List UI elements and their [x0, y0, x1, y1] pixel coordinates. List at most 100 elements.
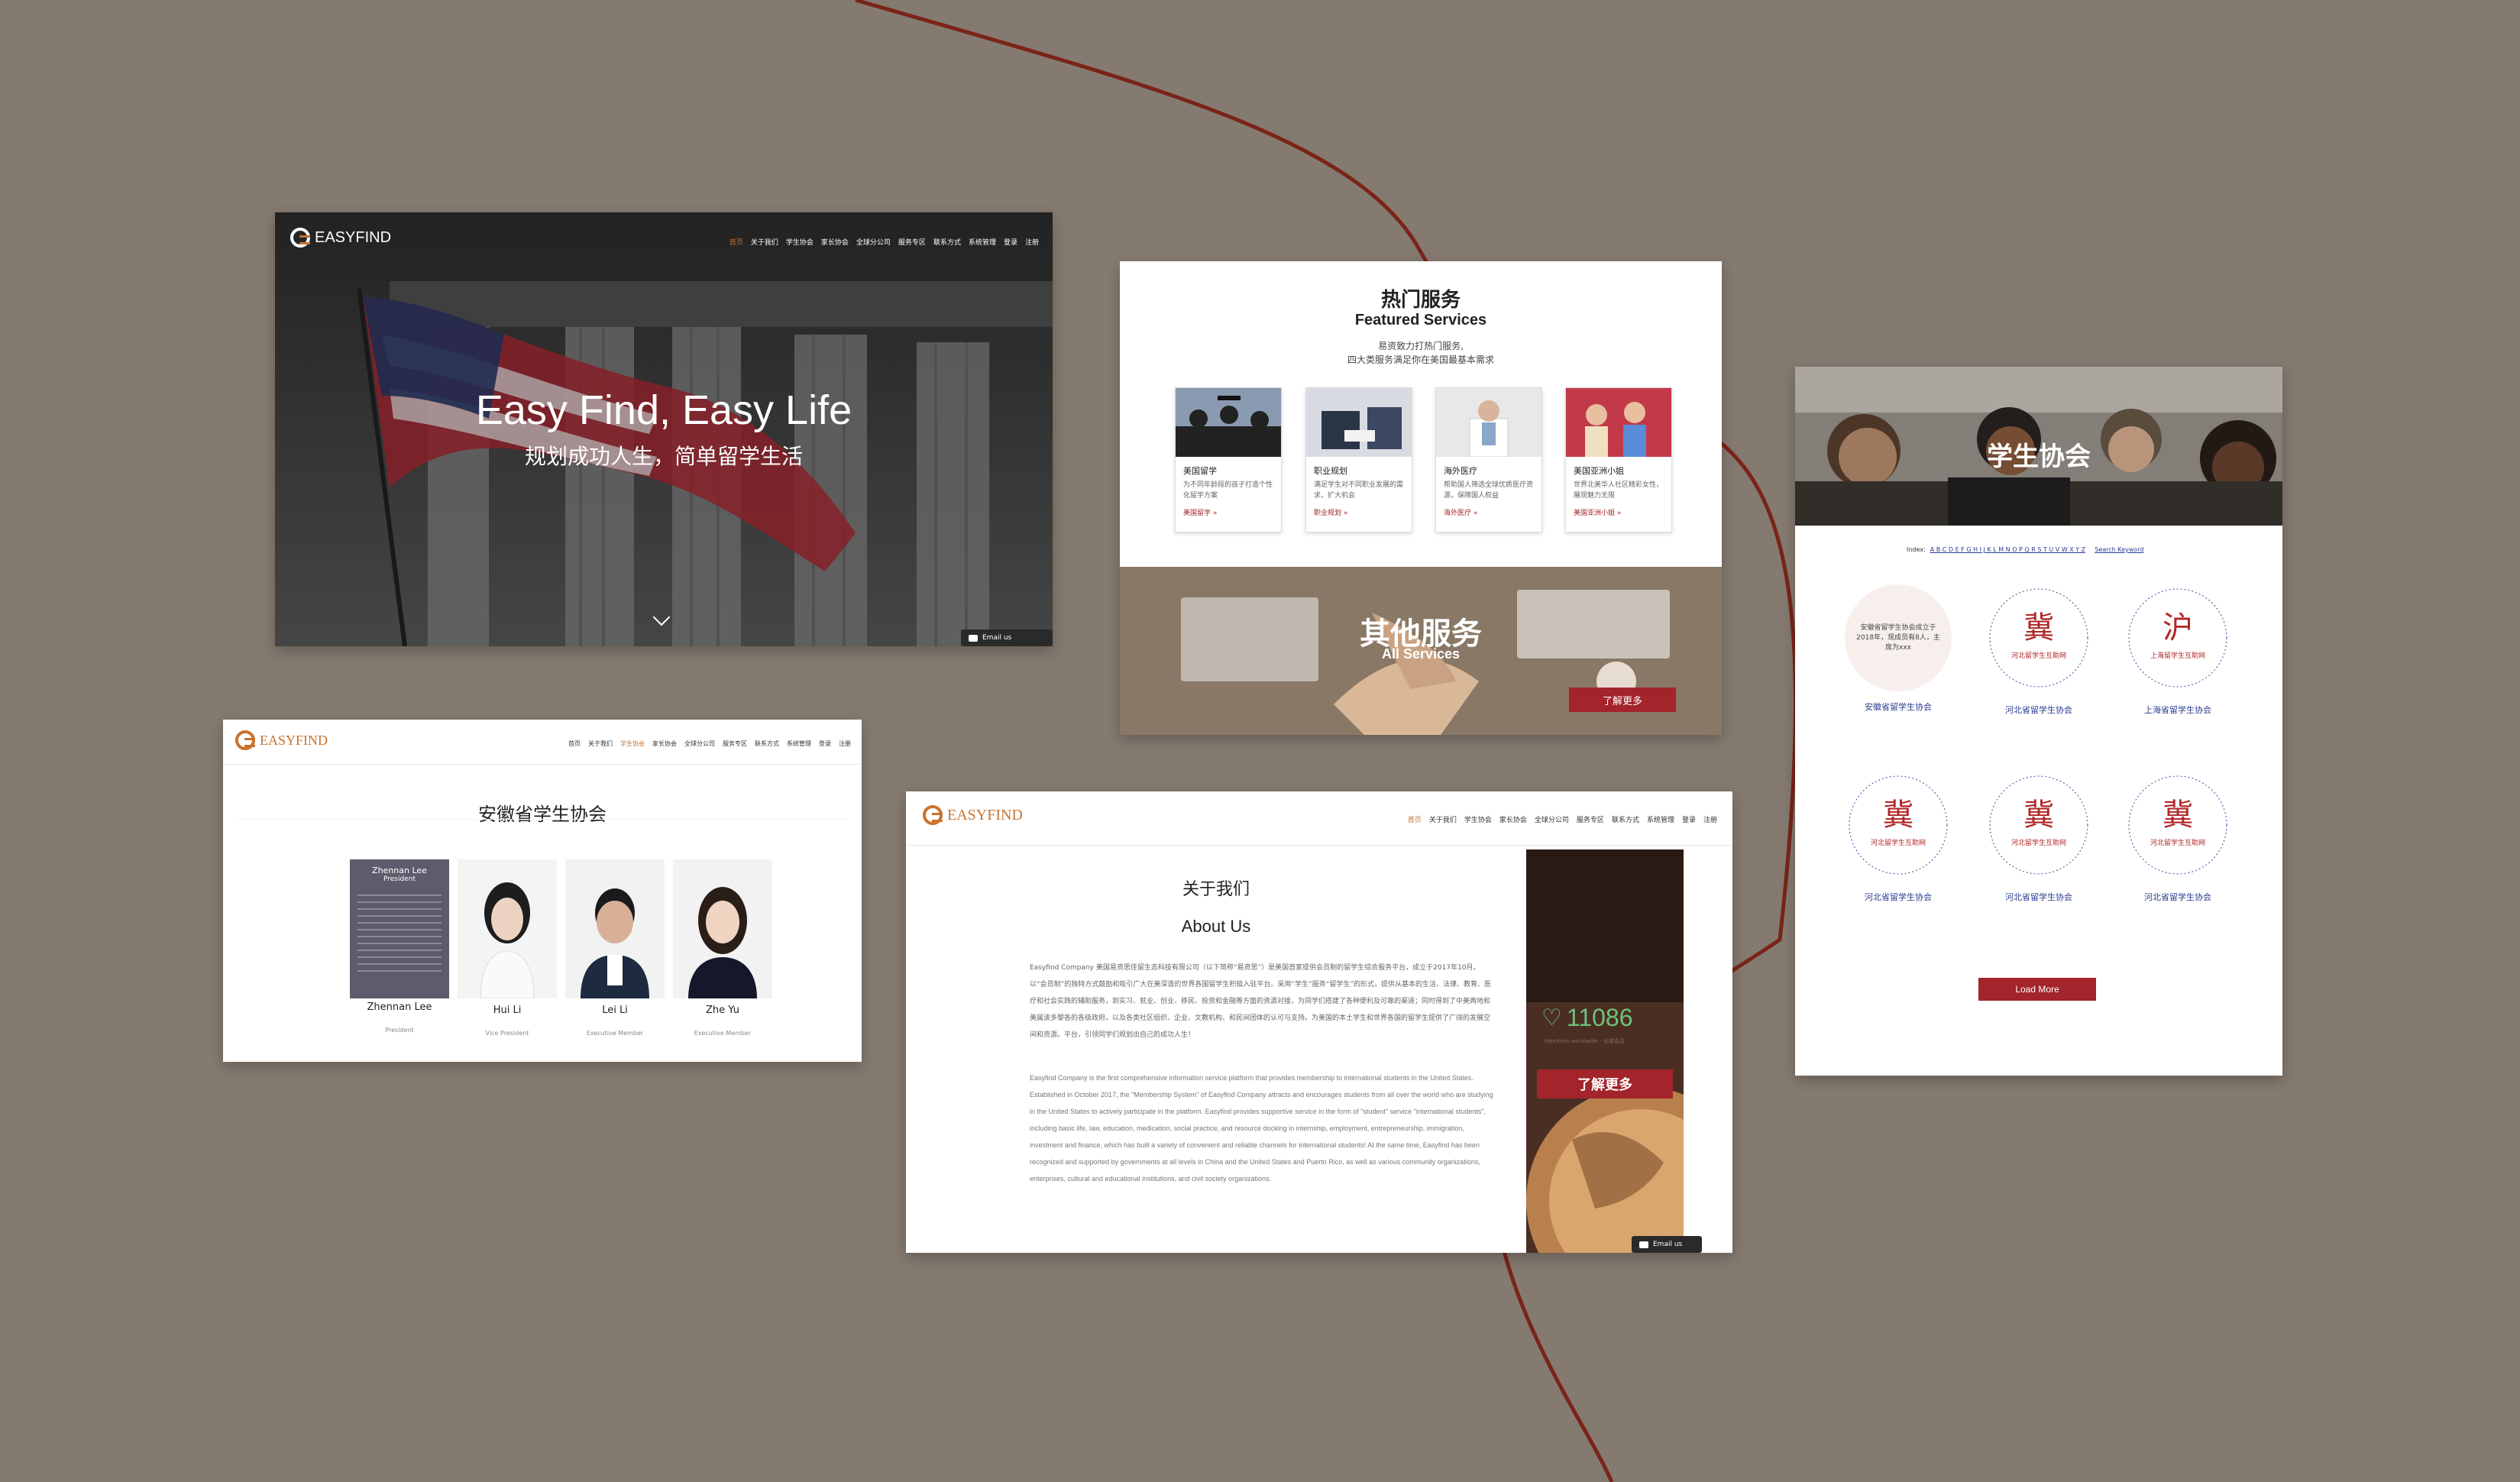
- index-letters[interactable]: A B C D E F G H I J K L M N O P Q R S T …: [1930, 546, 2086, 553]
- member-role: Executive Member: [586, 1030, 644, 1037]
- member-count: 11086: [1566, 1004, 1633, 1031]
- services-desc-2: 四大类服务满足你在美国最基本需求: [1347, 354, 1494, 365]
- member-name: Hui Li: [493, 1005, 522, 1016]
- member-role: Vice President: [485, 1030, 529, 1037]
- email-us-button[interactable]: Email us: [961, 629, 1053, 646]
- service-card-title: 职业规划: [1314, 466, 1347, 476]
- nav-student-assoc[interactable]: 学生协会: [786, 237, 814, 247]
- association-item[interactable]: 冀河北留学生互助网 河北省留学生协会: [1981, 772, 2096, 903]
- nav-admin[interactable]: 系统管理: [969, 237, 996, 247]
- services-title-cn: 热门服务: [1380, 289, 1461, 312]
- nav-services[interactable]: 服务专区: [1577, 814, 1604, 824]
- service-image-pageant: [1566, 388, 1671, 457]
- nav-services[interactable]: 服务专区: [723, 739, 747, 748]
- member-photo: [458, 859, 557, 999]
- svg-text:沪: 沪: [2163, 610, 2193, 646]
- member-card[interactable]: Hui Li Vice President: [458, 859, 557, 1037]
- load-more-button[interactable]: Load More: [1978, 978, 2096, 1001]
- service-card-link[interactable]: 美国留学 »: [1176, 501, 1281, 523]
- nav-admin[interactable]: 系统管理: [1647, 814, 1674, 824]
- logo[interactable]: EASYFIND: [235, 730, 328, 750]
- nav-parent-assoc[interactable]: 家长协会: [821, 237, 849, 247]
- nav-contact[interactable]: 联系方式: [1612, 814, 1639, 824]
- nav-parent-assoc[interactable]: 家长协会: [652, 739, 677, 748]
- email-label: Email us: [1653, 1241, 1683, 1248]
- svg-text:上海留学生互助网: 上海留学生互助网: [2150, 651, 2205, 660]
- association-intro-card: 安徽省留学生协会成立于2018年，现成员有8人，主席为xxx: [1845, 584, 1952, 691]
- association-item[interactable]: 沪上海留学生互助网 上海省留学生协会: [2120, 584, 2235, 716]
- service-card[interactable]: 美国亚洲小姐 世界北美华人社区精彩女性，展现魅力无限 美国亚洲小姐 »: [1565, 387, 1672, 532]
- member-card[interactable]: Lei Li Executive Member: [565, 859, 665, 1037]
- services-panel: 热门服务 Featured Services 易资致力打热门服务, 四大类服务满…: [1120, 261, 1722, 735]
- svg-text:河北留学生互助网: 河北留学生互助网: [1871, 838, 1926, 847]
- nav-home[interactable]: 首页: [568, 739, 581, 748]
- svg-text:冀: 冀: [2163, 798, 2193, 833]
- association-item[interactable]: 冀河北留学生互助网 河北省留学生协会: [1981, 584, 2096, 716]
- learn-more-button[interactable]: 了解更多: [1537, 1069, 1673, 1099]
- service-card-text: 满足学生对不同职业发展的需求，扩大机会: [1314, 481, 1404, 500]
- nav-login[interactable]: 登录: [1004, 237, 1017, 247]
- nav-register[interactable]: 注册: [1025, 237, 1039, 247]
- member-card[interactable]: Zhennan Lee President Zhennan Lee Presid…: [350, 859, 449, 1034]
- nav-admin[interactable]: 系统管理: [787, 739, 811, 748]
- nav-login[interactable]: 登录: [1682, 814, 1696, 824]
- service-card-link[interactable]: 职业规划 »: [1306, 501, 1412, 523]
- nav-about[interactable]: 关于我们: [588, 739, 613, 748]
- service-card[interactable]: 职业规划 满足学生对不同职业发展的需求，扩大机会 职业规划 »: [1305, 387, 1412, 532]
- nav-login[interactable]: 登录: [819, 739, 831, 748]
- seal-logo: 冀河北留学生互助网: [1849, 775, 1948, 875]
- member-counter: ♡ 11086: [1541, 1004, 1633, 1032]
- member-name: Zhennan Lee: [367, 1001, 432, 1013]
- service-card-link[interactable]: 海外医疗 »: [1436, 501, 1541, 523]
- service-card-link[interactable]: 美国亚洲小姐 »: [1566, 501, 1671, 523]
- index-label: Index:: [1907, 546, 1926, 553]
- nav-branches[interactable]: 全球分公司: [684, 739, 715, 748]
- logo[interactable]: EASYFIND: [290, 228, 391, 248]
- email-us-button[interactable]: Email us: [1632, 1236, 1702, 1253]
- services-desc-1: 易资致力打热门服务,: [1378, 341, 1464, 351]
- service-card-title: 美国留学: [1183, 466, 1217, 476]
- association-item[interactable]: 安徽省留学生协会成立于2018年，现成员有8人，主席为xxx 安徽省留学生协会: [1841, 584, 1956, 713]
- nav-branches[interactable]: 全球分公司: [856, 237, 891, 247]
- main-nav: 首页 关于我们 学生协会 家长协会 全球分公司 服务专区 联系方式 系统管理 登…: [568, 739, 851, 748]
- service-card-title: 美国亚洲小姐: [1574, 466, 1624, 476]
- seal-logo: 冀河北留学生互助网: [1989, 775, 2088, 875]
- svg-text:河北留学生互助网: 河北留学生互助网: [2011, 838, 2066, 847]
- alpha-index: Index: A B C D E F G H I J K L M N O P Q…: [1907, 546, 2143, 553]
- nav-register[interactable]: 注册: [1703, 814, 1717, 824]
- nav-contact[interactable]: 联系方式: [933, 237, 961, 247]
- services-title-en: Featured Services: [1354, 312, 1487, 328]
- nav-home[interactable]: 首页: [729, 237, 743, 247]
- service-image-medical: [1436, 388, 1541, 458]
- nav-branches[interactable]: 全球分公司: [1535, 814, 1569, 824]
- logo[interactable]: EASYFIND: [923, 805, 1023, 825]
- nav-register[interactable]: 注册: [839, 739, 851, 748]
- association-item[interactable]: 冀河北留学生互助网 河北省留学生协会: [1841, 772, 1956, 903]
- association-title: 学生协会: [1987, 442, 2091, 472]
- all-services-title-en: All Services: [1381, 646, 1461, 662]
- nav-about[interactable]: 关于我们: [751, 237, 778, 247]
- nav-student-assoc[interactable]: 学生协会: [620, 739, 645, 748]
- association-name: 河北省留学生协会: [1865, 892, 1932, 902]
- nav-contact[interactable]: 联系方式: [755, 739, 779, 748]
- about-title-en: About Us: [1181, 917, 1251, 936]
- seal-logo: 冀河北留学生互助网: [2128, 775, 2227, 875]
- service-card[interactable]: 美国留学 为不同年龄段的孩子打造个性化留学方案 美国留学 »: [1175, 387, 1282, 532]
- nav-home[interactable]: 首页: [1408, 814, 1422, 824]
- nav-services[interactable]: 服务专区: [898, 237, 926, 247]
- logo-text: EASYFIND: [947, 806, 1023, 824]
- association-name: 河北省留学生协会: [2144, 892, 2211, 902]
- association-item[interactable]: 冀河北留学生互助网 河北省留学生协会: [2120, 772, 2235, 903]
- logo-text: EASYFIND: [315, 228, 392, 246]
- logo-icon: [290, 228, 310, 248]
- member-photo: [565, 859, 665, 998]
- nav-parent-assoc[interactable]: 家长协会: [1499, 814, 1527, 824]
- learn-more-button[interactable]: 了解更多: [1569, 688, 1676, 712]
- association-name: 河北省留学生协会: [2005, 705, 2072, 715]
- search-keyword-link[interactable]: Search Keyword: [2095, 546, 2143, 553]
- nav-student-assoc[interactable]: 学生协会: [1464, 814, 1492, 824]
- main-nav: 首页 关于我们 学生协会 家长协会 全球分公司 服务专区 联系方式 系统管理 登…: [729, 237, 1039, 247]
- nav-about[interactable]: 关于我们: [1429, 814, 1457, 824]
- service-card[interactable]: 海外医疗 帮助国人筛选全球优质医疗资源，保障国人权益 海外医疗 »: [1435, 387, 1542, 532]
- member-card[interactable]: Zhe Yu Executive Member: [673, 859, 772, 1037]
